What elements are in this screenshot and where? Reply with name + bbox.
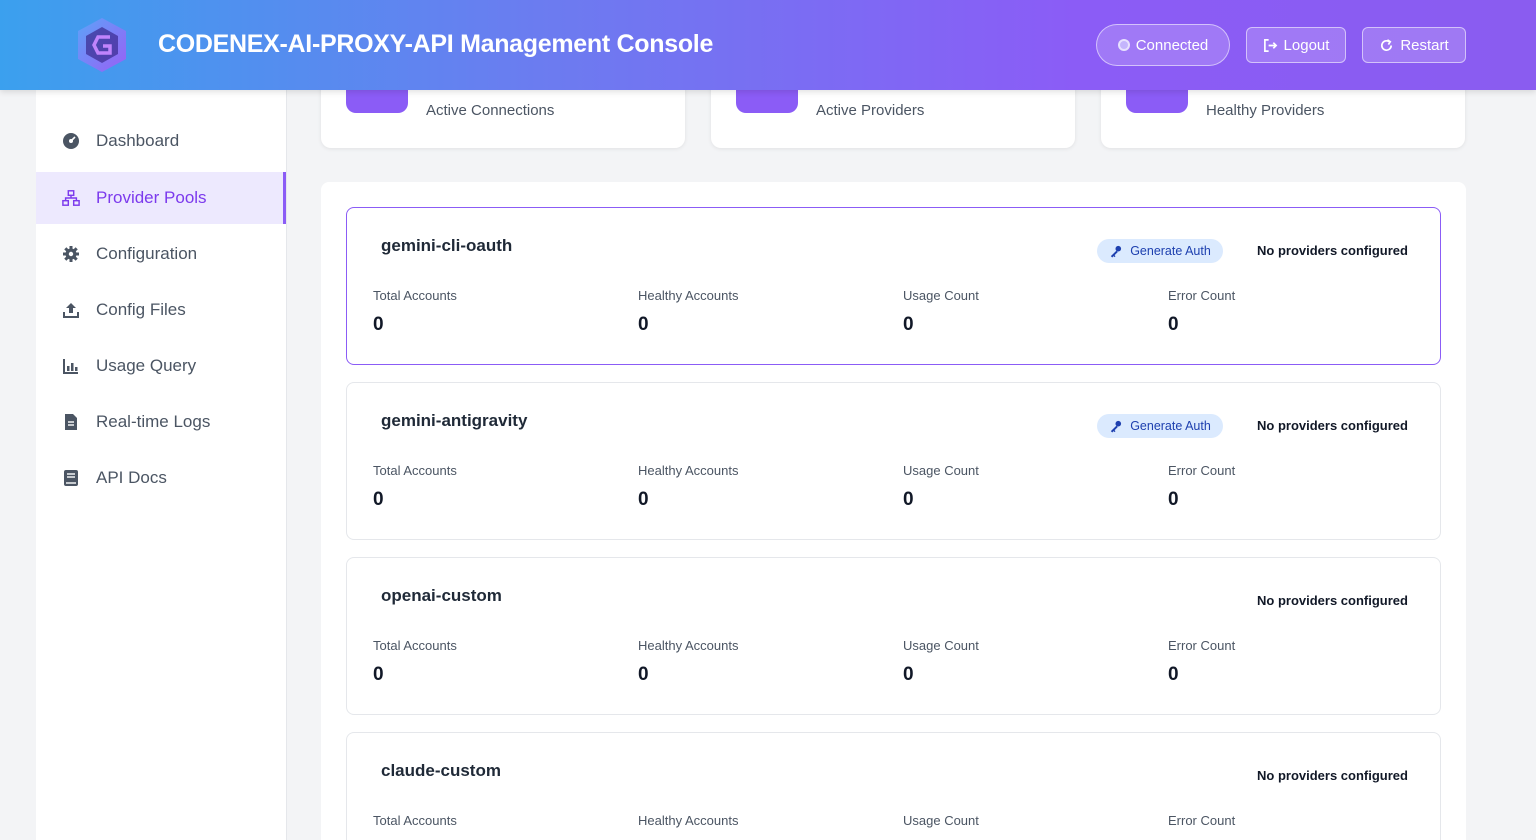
metric-label: Error Count xyxy=(1168,813,1236,828)
sidebar-item-label: Config Files xyxy=(96,300,186,319)
sidebar-item-config-files[interactable]: Config Files xyxy=(36,284,286,336)
metric-label: Healthy Accounts xyxy=(638,813,739,828)
top-header: CODENEX-AI-PROXY-API Management Console … xyxy=(0,0,1536,90)
pool-name: gemini-antigravity xyxy=(381,411,528,430)
gauge-icon xyxy=(62,132,80,150)
generate-auth-button[interactable]: Generate Auth xyxy=(1097,414,1223,438)
chart-icon xyxy=(62,357,80,375)
book-icon xyxy=(62,469,80,487)
metric-label: Error Count xyxy=(1168,463,1236,478)
logout-button[interactable]: Logout xyxy=(1246,27,1346,63)
pool-name: claude-custom xyxy=(381,761,501,780)
restart-icon xyxy=(1381,38,1393,51)
pool-status-text: No providers configured xyxy=(1257,593,1408,608)
metric-value: 0 xyxy=(903,489,914,510)
metric-label: Healthy Accounts xyxy=(638,638,739,653)
metric-value: 0 xyxy=(638,664,649,685)
key-icon xyxy=(1111,420,1122,433)
pool-name: gemini-cli-oauth xyxy=(381,236,513,255)
metric-value: 0 xyxy=(903,664,914,685)
logout-label: Logout xyxy=(1283,36,1330,54)
sidebar-item-label: Real-time Logs xyxy=(96,412,211,431)
pool-name: openai-custom xyxy=(381,586,502,605)
sidebar-item-label: Provider Pools xyxy=(96,188,207,207)
pool-status-text: No providers configured xyxy=(1257,768,1408,783)
metric-value: 0 xyxy=(373,314,384,335)
key-icon xyxy=(1111,245,1122,258)
metric-value: 0 xyxy=(903,314,914,335)
connection-status-label: Connected xyxy=(1135,36,1209,54)
network-icon xyxy=(62,189,80,207)
metric-label: Total Accounts xyxy=(373,463,457,478)
sidebar-item-label: Usage Query xyxy=(96,356,197,375)
metric-label: Usage Count xyxy=(903,813,979,828)
metric-label: Usage Count xyxy=(903,638,979,653)
pool-status-text: No providers configured xyxy=(1257,418,1408,433)
sidebar-item-provider-pools[interactable]: Provider Pools xyxy=(36,172,286,224)
sidebar-item-dashboard[interactable]: Dashboard xyxy=(36,115,286,167)
generate-auth-label: Generate Auth xyxy=(1130,244,1211,258)
metric-label: Total Accounts xyxy=(373,638,457,653)
metric-label: Healthy Accounts xyxy=(638,288,739,303)
metric-label: Healthy Accounts xyxy=(638,463,739,478)
connection-status-button[interactable]: Connected xyxy=(1096,24,1230,66)
metric-value: 0 xyxy=(1168,664,1179,685)
metric-value: 0 xyxy=(638,314,649,335)
generate-auth-label: Generate Auth xyxy=(1130,419,1211,433)
pool-card-claude-custom[interactable]: claude-custom No providers configured To… xyxy=(346,732,1441,840)
app-title: CODENEX-AI-PROXY-API Management Console xyxy=(158,30,714,58)
metric-value: 0 xyxy=(638,489,649,510)
logout-icon xyxy=(1263,38,1277,52)
metric-label: Error Count xyxy=(1168,288,1236,303)
generate-auth-button[interactable]: Generate Auth xyxy=(1097,239,1223,263)
restart-button[interactable]: Restart xyxy=(1362,27,1466,63)
sidebar-item-label: Dashboard xyxy=(96,131,180,150)
stat-label: Healthy Providers xyxy=(1206,102,1325,119)
metric-value: 0 xyxy=(1168,314,1179,335)
metric-label: Usage Count xyxy=(903,463,979,478)
pool-status-text: No providers configured xyxy=(1257,243,1408,258)
stat-label: Active Providers xyxy=(816,102,925,119)
gear-icon xyxy=(62,245,80,263)
metric-label: Total Accounts xyxy=(373,813,457,828)
pool-card-gemini-cli-oauth[interactable]: gemini-cli-oauth Generate Auth No provid… xyxy=(346,207,1441,365)
metric-value: 0 xyxy=(373,664,384,685)
sidebar-item-label: API Docs xyxy=(96,468,167,487)
sidebar-item-usage-query[interactable]: Usage Query xyxy=(36,340,286,392)
status-dot-icon xyxy=(1117,39,1130,51)
stat-label: Active Connections xyxy=(426,102,555,119)
sidebar: Dashboard Provider Pools Configuration C… xyxy=(36,90,287,840)
metric-label: Error Count xyxy=(1168,638,1236,653)
pool-card-gemini-antigravity[interactable]: gemini-antigravity Generate Auth No prov… xyxy=(346,382,1441,540)
upload-icon xyxy=(62,301,80,319)
metric-value: 0 xyxy=(1168,489,1179,510)
restart-label: Restart xyxy=(1400,36,1449,54)
sidebar-item-configuration[interactable]: Configuration xyxy=(36,228,286,280)
file-icon xyxy=(62,413,80,431)
metric-value: 0 xyxy=(373,489,384,510)
pool-card-openai-custom[interactable]: openai-custom No providers configured To… xyxy=(346,557,1441,715)
sidebar-item-label: Configuration xyxy=(96,244,198,263)
metric-label: Total Accounts xyxy=(373,288,457,303)
sidebar-item-real-time-logs[interactable]: Real-time Logs xyxy=(36,396,286,448)
app-logo xyxy=(78,18,126,72)
sidebar-item-api-docs[interactable]: API Docs xyxy=(36,452,286,504)
metric-label: Usage Count xyxy=(903,288,979,303)
